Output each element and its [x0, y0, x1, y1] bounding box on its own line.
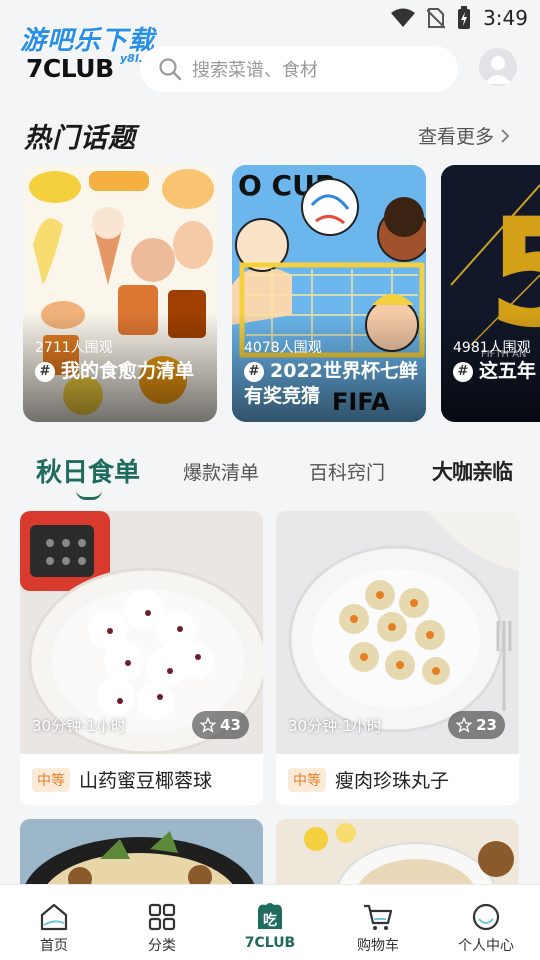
- difficulty-badge: 中等: [288, 767, 326, 792]
- topic-views: 2711人围观: [35, 340, 113, 356]
- recipe-card[interactable]: 30分钟-1小时 23 中等 瘦肉珍珠丸子: [276, 511, 519, 805]
- brand-name: 7CLUB: [26, 54, 114, 83]
- search-icon: [159, 58, 182, 81]
- nav-label: 个人中心: [458, 938, 514, 954]
- topic-title-text: 我的食愈力清单: [61, 360, 195, 382]
- battery-charging-icon: [458, 6, 471, 29]
- chevron-right-icon: [501, 128, 510, 143]
- active-tab-indicator: [76, 490, 102, 500]
- recipe-name: 瘦肉珍珠丸子: [335, 770, 450, 792]
- status-time: 3:49: [483, 6, 528, 30]
- topic-title: #2022世界杯七鲜有奖竞猜: [244, 359, 424, 409]
- nav-label: 7CLUB: [244, 935, 296, 951]
- no-sim-icon: [427, 8, 446, 29]
- nav-label: 分类: [148, 938, 176, 954]
- eat-icon: 吃: [258, 903, 282, 929]
- nav-profile[interactable]: 个人中心: [432, 885, 540, 960]
- tab-autumn-menu[interactable]: 秋日食单: [36, 452, 140, 489]
- recipe-cook-time: 30分钟-1小时: [288, 717, 383, 735]
- wifi-icon: [391, 8, 416, 27]
- nav-category[interactable]: 分类: [108, 885, 216, 960]
- profile-icon: [472, 903, 500, 931]
- recipe-info: 中等 山药蜜豆椰蓉球: [20, 754, 263, 805]
- hashtag-icon: #: [453, 362, 473, 382]
- star-icon: [200, 717, 217, 733]
- search-placeholder: 搜索菜谱、食材: [192, 60, 318, 81]
- recipe-cook-time: 30分钟-1小时: [32, 717, 127, 735]
- home-icon: [40, 903, 68, 931]
- hot-topics-title: 热门话题: [24, 123, 136, 154]
- avatar[interactable]: [479, 48, 517, 86]
- nav-label: 购物车: [357, 938, 399, 954]
- topic-card[interactable]: 5 FIFTH AN 4981人围观 #这五年: [441, 165, 540, 422]
- category-grid-icon: [148, 903, 176, 931]
- tab-hot-list[interactable]: 爆款清单: [183, 458, 259, 485]
- nav-7club[interactable]: 吃 7CLUB: [216, 885, 324, 960]
- topic-card[interactable]: 2711人围观 # 我的食愈力清单: [23, 165, 217, 422]
- tab-expert-label: 大咖亲临: [432, 460, 513, 484]
- bottom-nav: 首页 分类 吃 7CLUB 购物车 个人中心: [0, 884, 540, 960]
- topic-title-text: 这五年: [479, 360, 537, 382]
- recipe-card[interactable]: 30分钟-1小时 43 中等 山药蜜豆椰蓉球: [20, 511, 263, 805]
- tab-tips[interactable]: 百科窍门: [309, 458, 385, 485]
- favorite-count: 43: [220, 716, 241, 734]
- cart-icon: [364, 904, 393, 930]
- topic-views: 4078人围观: [244, 340, 322, 356]
- search-bar[interactable]: 搜索菜谱、食材: [140, 46, 458, 92]
- star-icon: [456, 717, 473, 733]
- nav-home[interactable]: 首页: [0, 885, 108, 960]
- favorite-count: 23: [476, 716, 497, 734]
- difficulty-badge: 中等: [32, 767, 70, 792]
- hashtag-icon: #: [244, 362, 264, 382]
- recipe-info: 中等 瘦肉珍珠丸子: [276, 754, 519, 805]
- topic-title: # 这五年: [453, 359, 540, 384]
- recipe-favorites[interactable]: 23: [448, 711, 505, 739]
- status-icons: 3:49: [391, 6, 528, 30]
- tab-expert[interactable]: 大咖亲临: [432, 456, 513, 486]
- recipe-name: 山药蜜豆椰蓉球: [79, 770, 213, 792]
- recipe-favorites[interactable]: 43: [192, 711, 249, 739]
- hashtag-icon: #: [35, 362, 55, 382]
- svg-text:吃: 吃: [263, 912, 277, 929]
- topic-title: # 我的食愈力清单: [35, 359, 215, 384]
- nav-cart[interactable]: 购物车: [324, 885, 432, 960]
- see-more-label: 查看更多: [418, 126, 495, 148]
- see-more-link[interactable]: 查看更多: [418, 122, 510, 149]
- topic-card[interactable]: O CUP FIFA 4078人围观 #2022世界杯七鲜有奖竞猜: [232, 165, 426, 422]
- topic-title-text: 2022世界杯七鲜有奖竞猜: [244, 360, 418, 407]
- nav-label: 首页: [40, 938, 68, 954]
- avatar-user-icon: [484, 56, 512, 84]
- topic-views: 4981人围观: [453, 340, 531, 356]
